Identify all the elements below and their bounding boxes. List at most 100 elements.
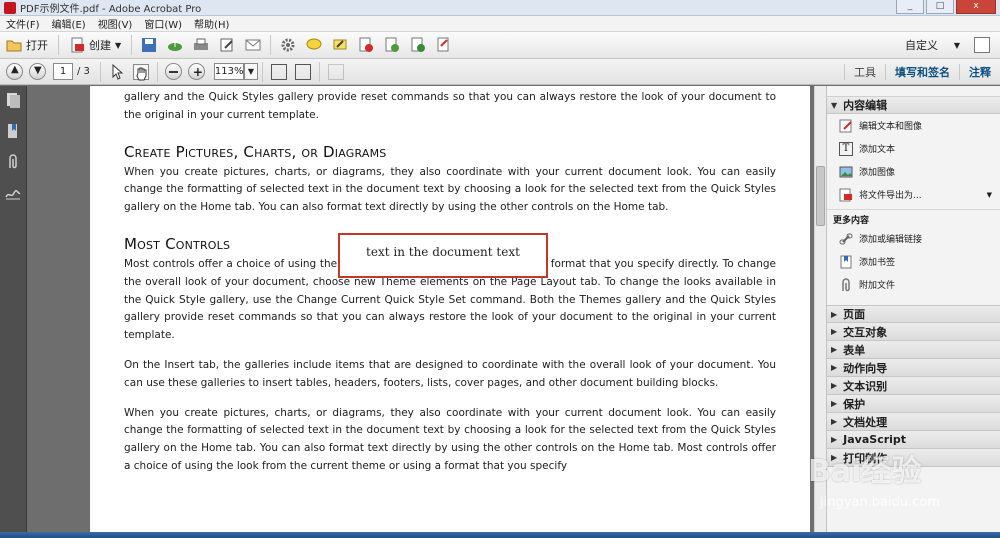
zoom-out-button[interactable] bbox=[164, 63, 182, 80]
window-title: PDF示例文件.pdf - Adobe Acrobat Pro bbox=[20, 4, 202, 15]
tab-fill-sign[interactable]: 填写和签名 bbox=[885, 64, 959, 80]
cloud-upload-icon[interactable] bbox=[167, 37, 183, 53]
menu-window[interactable]: 窗口(W) bbox=[138, 16, 188, 31]
chevron-right-icon: ▶ bbox=[831, 381, 838, 390]
panel-section-forms[interactable]: ▶ 表单 bbox=[827, 341, 1000, 359]
gear-icon[interactable] bbox=[280, 37, 296, 53]
highlight-icon[interactable] bbox=[332, 37, 348, 53]
edit-icon[interactable] bbox=[219, 37, 235, 53]
plus-icon: + bbox=[192, 65, 203, 79]
next-page-button[interactable]: ▼ bbox=[29, 63, 46, 80]
menu-help[interactable]: 帮助(H) bbox=[188, 16, 235, 31]
arrow-down-icon: ▼ bbox=[34, 65, 42, 76]
fit-width-icon[interactable] bbox=[295, 63, 312, 80]
added-text-box[interactable]: text in the document text bbox=[338, 233, 548, 278]
section-label: 页面 bbox=[843, 308, 866, 321]
panel-section-text-recognition[interactable]: ▶ 文本识别 bbox=[827, 377, 1000, 395]
email-icon[interactable] bbox=[245, 37, 261, 53]
scrollbar-thumb[interactable] bbox=[816, 166, 825, 226]
panel-item-add-link[interactable]: 添加或编辑链接 bbox=[827, 227, 1000, 250]
copy-icon[interactable] bbox=[328, 63, 345, 80]
save-icon[interactable] bbox=[141, 37, 157, 53]
paragraph: When you create pictures, charts, or dia… bbox=[124, 406, 776, 472]
bookmark-icon[interactable] bbox=[5, 123, 21, 139]
panel-section-pages[interactable]: ▶ 页面 bbox=[827, 305, 1000, 323]
chevron-right-icon: ▶ bbox=[831, 417, 838, 426]
chevron-down-icon[interactable]: ▼ bbox=[954, 41, 960, 50]
panel-item-label: 附加文件 bbox=[859, 281, 896, 291]
toolbar-separator bbox=[262, 61, 264, 82]
tab-tools[interactable]: 工具 bbox=[844, 64, 885, 80]
tab-comment[interactable]: 注释 bbox=[959, 64, 1000, 80]
sign-icon[interactable] bbox=[436, 37, 452, 53]
page-number-input[interactable]: 1 bbox=[53, 63, 73, 80]
redact-icon[interactable] bbox=[358, 37, 374, 53]
export-icon[interactable] bbox=[384, 37, 400, 53]
paragraph: On the Insert tab, the galleries include… bbox=[124, 358, 776, 389]
section-label: 文档处理 bbox=[843, 415, 888, 429]
signature-icon[interactable] bbox=[5, 185, 21, 201]
section-label: 交互对象 bbox=[843, 325, 888, 339]
toolbar-separator bbox=[131, 35, 133, 55]
menu-view[interactable]: 视图(V) bbox=[92, 16, 139, 31]
panel-item-add-text[interactable]: T 添加文本 bbox=[827, 137, 1000, 160]
panel-item-label: 添加书签 bbox=[859, 258, 896, 268]
section-label: 内容编辑 bbox=[843, 99, 888, 112]
document-viewport[interactable]: gallery and the Quick Styles gallery pro… bbox=[28, 86, 814, 538]
menu-file[interactable]: 文件(F) bbox=[0, 16, 46, 31]
paperclip-icon bbox=[839, 277, 853, 292]
panel-item-add-bookmark[interactable]: 添加书签 bbox=[827, 250, 1000, 273]
arrow-up-icon: ▲ bbox=[11, 64, 19, 75]
navigation-pane bbox=[0, 86, 27, 538]
minimize-button[interactable]: _ bbox=[896, 0, 924, 14]
chevron-right-icon: ▶ bbox=[831, 309, 838, 319]
image-icon bbox=[839, 165, 853, 179]
zoom-level-field[interactable]: 113% bbox=[213, 63, 244, 80]
panel-section-document-processing[interactable]: ▶ 文档处理 bbox=[827, 413, 1000, 431]
zoom-in-button[interactable]: + bbox=[187, 63, 205, 80]
panel-item-edit-text-image[interactable]: 编辑文本和图像 bbox=[827, 114, 1000, 137]
print-icon[interactable] bbox=[193, 37, 209, 53]
open-label: 打开 bbox=[26, 39, 48, 52]
toolbar-separator bbox=[99, 61, 101, 82]
menu-edit[interactable]: 编辑(E) bbox=[46, 16, 92, 31]
toolbar-separator bbox=[156, 61, 158, 82]
create-button[interactable]: 创建 ▼ bbox=[63, 34, 127, 56]
toolbar-separator bbox=[270, 35, 272, 55]
panel-section-interactive[interactable]: ▶ 交互对象 bbox=[827, 323, 1000, 341]
panel-section-action-wizard[interactable]: ▶ 动作向导 bbox=[827, 359, 1000, 377]
menu-bar: 文件(F) 编辑(E) 视图(V) 窗口(W) 帮助(H) bbox=[0, 16, 1000, 32]
hand-tool-icon[interactable] bbox=[132, 63, 149, 80]
paragraph: When you create pictures, charts, or dia… bbox=[124, 165, 776, 214]
fit-page-icon[interactable] bbox=[271, 63, 288, 80]
maximize-button[interactable]: □ bbox=[926, 0, 954, 14]
panel-section-protection[interactable]: ▶ 保护 bbox=[827, 395, 1000, 413]
panel-section-content-edit[interactable]: ▼ 内容编辑 bbox=[827, 96, 1000, 114]
acrobat-app-icon bbox=[4, 1, 16, 14]
panel-item-attach-file[interactable]: 附加文件 bbox=[827, 273, 1000, 296]
chevron-down-icon: ▼ bbox=[831, 100, 838, 110]
open-button[interactable]: 打开 bbox=[0, 34, 54, 56]
folder-icon bbox=[6, 37, 22, 53]
title-bar: PDF示例文件.pdf - Adobe Acrobat Pro _ □ x bbox=[0, 0, 1000, 16]
section-label: 表单 bbox=[843, 343, 866, 357]
panel-item-label: 添加或编辑链接 bbox=[859, 235, 923, 245]
section-label: 保护 bbox=[843, 397, 866, 411]
panel-item-add-image[interactable]: 添加图像 bbox=[827, 160, 1000, 183]
combine-icon[interactable] bbox=[410, 37, 426, 53]
page-thumbnails-icon[interactable] bbox=[5, 92, 21, 108]
paperclip-icon[interactable] bbox=[5, 154, 21, 170]
create-label: 创建 bbox=[89, 39, 111, 52]
toolbar-separator bbox=[58, 35, 59, 55]
comment-bubble-icon[interactable] bbox=[306, 37, 322, 53]
section-label: 文本识别 bbox=[843, 379, 888, 393]
select-cursor-icon[interactable] bbox=[109, 63, 125, 80]
chevron-down-icon[interactable]: ▼ bbox=[243, 63, 259, 80]
subsection-label: 更多内容 bbox=[827, 209, 1000, 227]
customize-label[interactable]: 自定义 bbox=[905, 37, 938, 53]
pdf-page: gallery and the Quick Styles gallery pro… bbox=[90, 86, 810, 538]
close-button[interactable]: x bbox=[956, 0, 996, 14]
panel-item-export[interactable]: 将文件导出为... ▼ bbox=[827, 183, 1000, 206]
fullscreen-icon[interactable] bbox=[974, 37, 990, 53]
previous-page-button[interactable]: ▲ bbox=[6, 63, 23, 80]
